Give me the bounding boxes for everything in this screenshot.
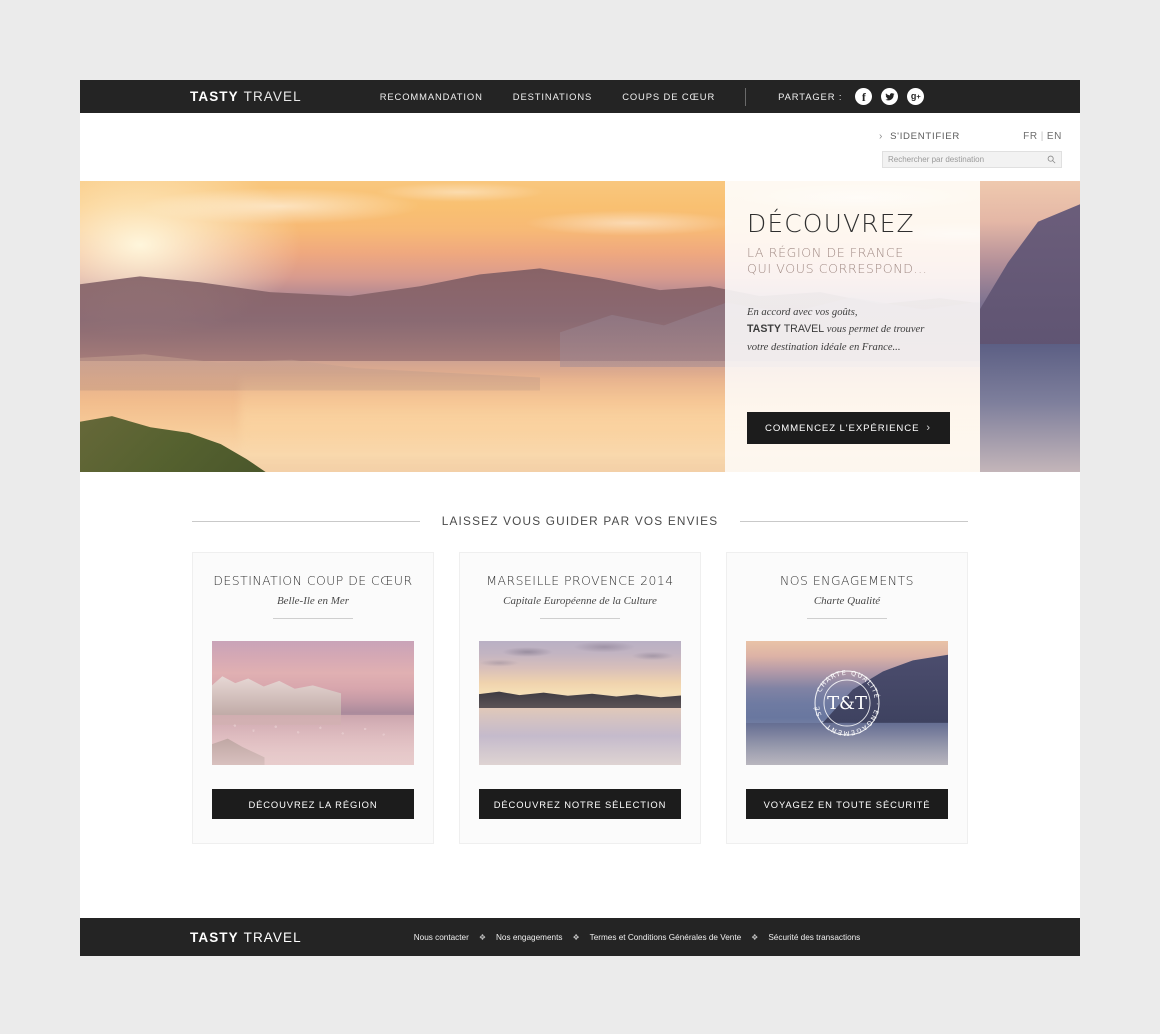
footer-logo[interactable]: TASTY TRAVEL [190, 930, 302, 945]
marseille-clouds [479, 641, 681, 691]
logo-light-text: TRAVEL [243, 89, 302, 104]
feature-cards: DESTINATION COUP DE CŒUR Belle-Ile en Me… [80, 552, 1080, 844]
footer-logo-light: TRAVEL [243, 929, 302, 945]
card-subtitle: Charte Qualité [813, 595, 881, 607]
site-footer: TASTY TRAVEL Nous contacter ❖ Nos engage… [80, 918, 1080, 956]
sub-header: › S'IDENTIFIER FR | EN [80, 113, 1080, 181]
footer-link-contact[interactable]: Nous contacter [414, 933, 469, 942]
card-subtitle: Belle-Ile en Mer [276, 595, 350, 607]
card-marseille-provence: MARSEILLE PROVENCE 2014 Capitale Europée… [459, 552, 701, 844]
site-page: TASTY TRAVEL RECOMMANDATION DESTINATIONS… [80, 80, 1080, 956]
search-icon[interactable] [1047, 155, 1056, 164]
top-navigation-bar: TASTY TRAVEL RECOMMANDATION DESTINATIONS… [80, 80, 1080, 113]
nav-recommandation[interactable]: RECOMMANDATION [380, 91, 483, 102]
section-heading: LAISSEZ VOUS GUIDER PAR VOS ENVIES [80, 514, 1080, 528]
hero-paragraph-line2-rest: vous permet de trouver [824, 324, 925, 336]
card-nos-engagements: NOS ENGAGEMENTS Charte Qualité CHARTE QU… [726, 552, 968, 844]
hero-right-water [980, 343, 1080, 472]
quality-seal-badge: CHARTE QUALITÉ · ENGAGEMENT · SÉCURITÉ ·… [804, 657, 886, 742]
share-section: PARTAGER : f g + [778, 88, 925, 105]
discover-selection-button[interactable]: DÉCOUVREZ NOTRE SÉLECTION [479, 789, 681, 819]
search-input[interactable] [888, 155, 1047, 164]
card-title: DESTINATION COUP DE CŒUR [213, 573, 413, 588]
harbour-foliage [212, 738, 265, 765]
section-rule-left [192, 520, 420, 522]
hero-paragraph-line3: votre destination idéale en France... [747, 341, 901, 353]
belle-ile-harbour-image [212, 641, 414, 765]
hero-title: DÉCOUVREZ [747, 209, 915, 238]
lang-fr[interactable]: FR [1023, 131, 1038, 142]
quality-seal-image: CHARTE QUALITÉ · ENGAGEMENT · SÉCURITÉ ·… [746, 641, 948, 765]
footer-link-engagements[interactable]: Nos engagements [496, 933, 562, 942]
hero-paragraph-line1: En accord avec vos goûts, [747, 307, 858, 319]
footer-links: Nous contacter ❖ Nos engagements ❖ Terme… [414, 933, 861, 942]
svg-text:T&T: T&T [827, 693, 867, 714]
card-title: MARSEILLE PROVENCE 2014 [486, 573, 674, 588]
chevron-right-icon: › [926, 422, 930, 434]
language-switcher: FR | EN [1023, 131, 1062, 142]
hero-paragraph: En accord avec vos goûts, TASTY TRAVEL v… [747, 304, 958, 355]
start-experience-label: COMMENCEZ L'EXPÉRIENCE [765, 422, 920, 434]
nav-coups-de-coeur[interactable]: COUPS DE CŒUR [622, 91, 715, 102]
section-rule-right [740, 520, 968, 522]
lang-divider: | [1040, 131, 1044, 142]
card-rule [273, 618, 353, 619]
harbour-boats [220, 720, 406, 748]
section-heading-text: LAISSEZ VOUS GUIDER PAR VOS ENVIES [441, 514, 719, 528]
main-navigation: RECOMMANDATION DESTINATIONS COUPS DE CŒU… [380, 91, 715, 102]
facebook-icon[interactable]: f [855, 88, 873, 105]
lang-en[interactable]: EN [1047, 131, 1062, 142]
marseille-harbour-image [479, 641, 681, 765]
footer-separator-icon: ❖ [572, 932, 580, 942]
nav-divider [745, 87, 747, 106]
card-destination-coup-de-coeur: DESTINATION COUP DE CŒUR Belle-Ile en Me… [192, 552, 434, 844]
card-rule [540, 618, 620, 619]
hero-text-panel: DÉCOUVREZ LA RÉGION DE FRANCE QUI VOUS C… [725, 181, 980, 472]
hero-subtitle-line2: QUI VOUS CORRESPOND... [747, 261, 928, 277]
footer-logo-bold: TASTY [190, 929, 239, 945]
travel-safely-button[interactable]: VOYAGEZ EN TOUTE SÉCURITÉ [746, 789, 948, 819]
search-box[interactable] [882, 151, 1062, 168]
card-title: NOS ENGAGEMENTS [780, 573, 914, 588]
footer-separator-icon: ❖ [751, 932, 759, 942]
hero-subtitle: LA RÉGION DE FRANCE QUI VOUS CORRESPOND.… [747, 245, 958, 277]
card-rule [807, 618, 887, 619]
hero-right-image [980, 181, 1080, 472]
google-plus-icon[interactable]: g + [907, 88, 925, 105]
card-subtitle: Capitale Européenne de la Culture [503, 595, 657, 607]
chevron-right-icon: › [879, 131, 884, 142]
twitter-icon[interactable] [881, 88, 899, 105]
logo-bold-text: TASTY [190, 89, 239, 104]
footer-link-security[interactable]: Sécurité des transactions [768, 933, 860, 942]
discover-region-button[interactable]: DÉCOUVREZ LA RÉGION [212, 789, 414, 819]
hero-subtitle-line1: LA RÉGION DE FRANCE [747, 245, 904, 260]
share-label: PARTAGER : [778, 91, 843, 102]
sign-in-label: S'IDENTIFIER [890, 131, 960, 142]
footer-link-terms[interactable]: Termes et Conditions Générales de Vente [590, 933, 742, 942]
hero-banner: DÉCOUVREZ LA RÉGION DE FRANCE QUI VOUS C… [80, 181, 1080, 472]
site-logo[interactable]: TASTY TRAVEL [190, 89, 302, 104]
hero-paragraph-brand: TASTY TRAVEL [747, 323, 825, 336]
start-experience-button[interactable]: COMMENCEZ L'EXPÉRIENCE › [747, 412, 950, 444]
nav-destinations[interactable]: DESTINATIONS [513, 91, 592, 102]
footer-separator-icon: ❖ [478, 932, 486, 942]
sign-in-link[interactable]: › S'IDENTIFIER [879, 131, 960, 142]
